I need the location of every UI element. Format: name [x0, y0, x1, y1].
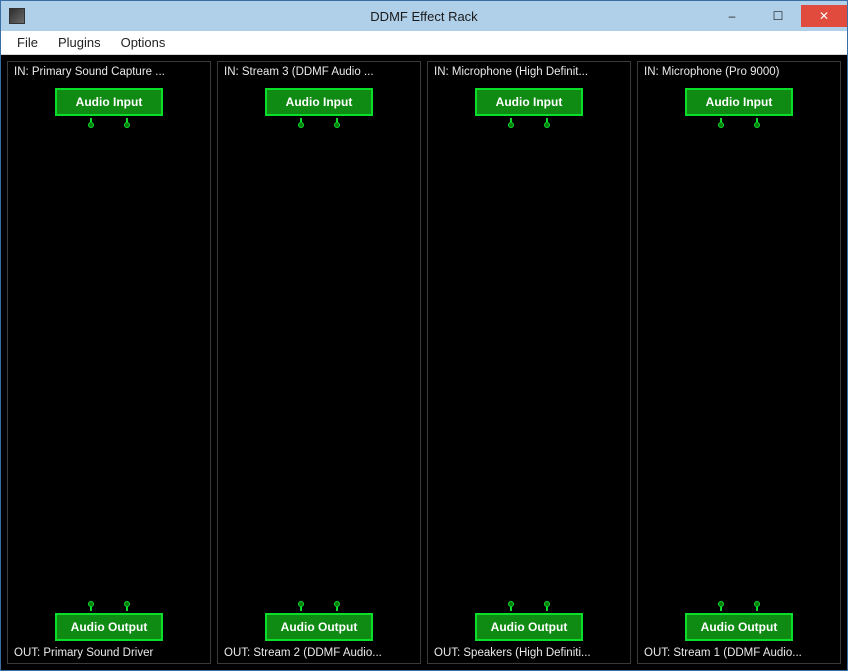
- jack-icon[interactable]: [542, 118, 552, 128]
- output-node-wrap: Audio Output: [14, 601, 204, 641]
- audio-input-node[interactable]: Audio Input: [265, 88, 373, 116]
- audio-output-node[interactable]: Audio Output: [475, 613, 583, 641]
- audio-output-node[interactable]: Audio Output: [265, 613, 373, 641]
- channel-input-label: IN: Primary Sound Capture ...: [14, 66, 204, 78]
- channel-input-label: IN: Microphone (Pro 9000): [644, 66, 834, 78]
- jack-icon[interactable]: [752, 118, 762, 128]
- titlebar[interactable]: DDMF Effect Rack – ☐ ✕: [1, 1, 847, 31]
- jack-icon[interactable]: [86, 601, 96, 611]
- channel-strip[interactable]: IN: Stream 3 (DDMF Audio ... Audio Input…: [217, 61, 421, 664]
- audio-output-node[interactable]: Audio Output: [55, 613, 163, 641]
- jack-icon[interactable]: [122, 118, 132, 128]
- input-jacks: [716, 118, 762, 128]
- maximize-icon: ☐: [773, 10, 784, 22]
- output-jacks: [716, 601, 762, 611]
- jack-icon[interactable]: [296, 601, 306, 611]
- channel-strip[interactable]: IN: Microphone (High Definit... Audio In…: [427, 61, 631, 664]
- audio-input-node[interactable]: Audio Input: [685, 88, 793, 116]
- input-jacks: [296, 118, 342, 128]
- output-jacks: [86, 601, 132, 611]
- input-jacks: [86, 118, 132, 128]
- audio-input-node[interactable]: Audio Input: [55, 88, 163, 116]
- jack-icon[interactable]: [332, 118, 342, 128]
- output-jacks: [296, 601, 342, 611]
- close-button[interactable]: ✕: [801, 5, 847, 27]
- maximize-button[interactable]: ☐: [755, 5, 801, 27]
- channel-strip[interactable]: IN: Primary Sound Capture ... Audio Inpu…: [7, 61, 211, 664]
- jack-icon[interactable]: [296, 118, 306, 128]
- minimize-icon: –: [729, 10, 736, 22]
- jack-icon[interactable]: [752, 601, 762, 611]
- minimize-button[interactable]: –: [709, 5, 755, 27]
- output-jacks: [506, 601, 552, 611]
- app-icon: [9, 8, 25, 24]
- channel-input-label: IN: Microphone (High Definit...: [434, 66, 624, 78]
- menu-options[interactable]: Options: [111, 33, 176, 52]
- jack-icon[interactable]: [716, 118, 726, 128]
- output-node-wrap: Audio Output: [644, 601, 834, 641]
- close-icon: ✕: [819, 10, 829, 22]
- jack-icon[interactable]: [716, 601, 726, 611]
- jack-icon[interactable]: [542, 601, 552, 611]
- menubar: File Plugins Options: [1, 31, 847, 55]
- input-jacks: [506, 118, 552, 128]
- channel-output-label: OUT: Primary Sound Driver: [14, 647, 204, 659]
- channel-output-label: OUT: Stream 1 (DDMF Audio...: [644, 647, 834, 659]
- input-node-wrap: Audio Input: [14, 88, 204, 128]
- jack-icon[interactable]: [506, 601, 516, 611]
- input-node-wrap: Audio Input: [434, 88, 624, 128]
- audio-input-node[interactable]: Audio Input: [475, 88, 583, 116]
- channel-input-label: IN: Stream 3 (DDMF Audio ...: [224, 66, 414, 78]
- jack-icon[interactable]: [506, 118, 516, 128]
- audio-output-node[interactable]: Audio Output: [685, 613, 793, 641]
- channel-output-label: OUT: Stream 2 (DDMF Audio...: [224, 647, 414, 659]
- menu-file[interactable]: File: [7, 33, 48, 52]
- jack-icon[interactable]: [86, 118, 96, 128]
- output-node-wrap: Audio Output: [434, 601, 624, 641]
- input-node-wrap: Audio Input: [644, 88, 834, 128]
- rack-area: IN: Primary Sound Capture ... Audio Inpu…: [1, 55, 847, 670]
- jack-icon[interactable]: [122, 601, 132, 611]
- window-controls: – ☐ ✕: [709, 5, 847, 27]
- window-frame: DDMF Effect Rack – ☐ ✕ File Plugins Opti…: [0, 0, 848, 671]
- menu-plugins[interactable]: Plugins: [48, 33, 111, 52]
- channel-output-label: OUT: Speakers (High Definiti...: [434, 647, 624, 659]
- input-node-wrap: Audio Input: [224, 88, 414, 128]
- jack-icon[interactable]: [332, 601, 342, 611]
- output-node-wrap: Audio Output: [224, 601, 414, 641]
- channel-strip[interactable]: IN: Microphone (Pro 9000) Audio Input Au…: [637, 61, 841, 664]
